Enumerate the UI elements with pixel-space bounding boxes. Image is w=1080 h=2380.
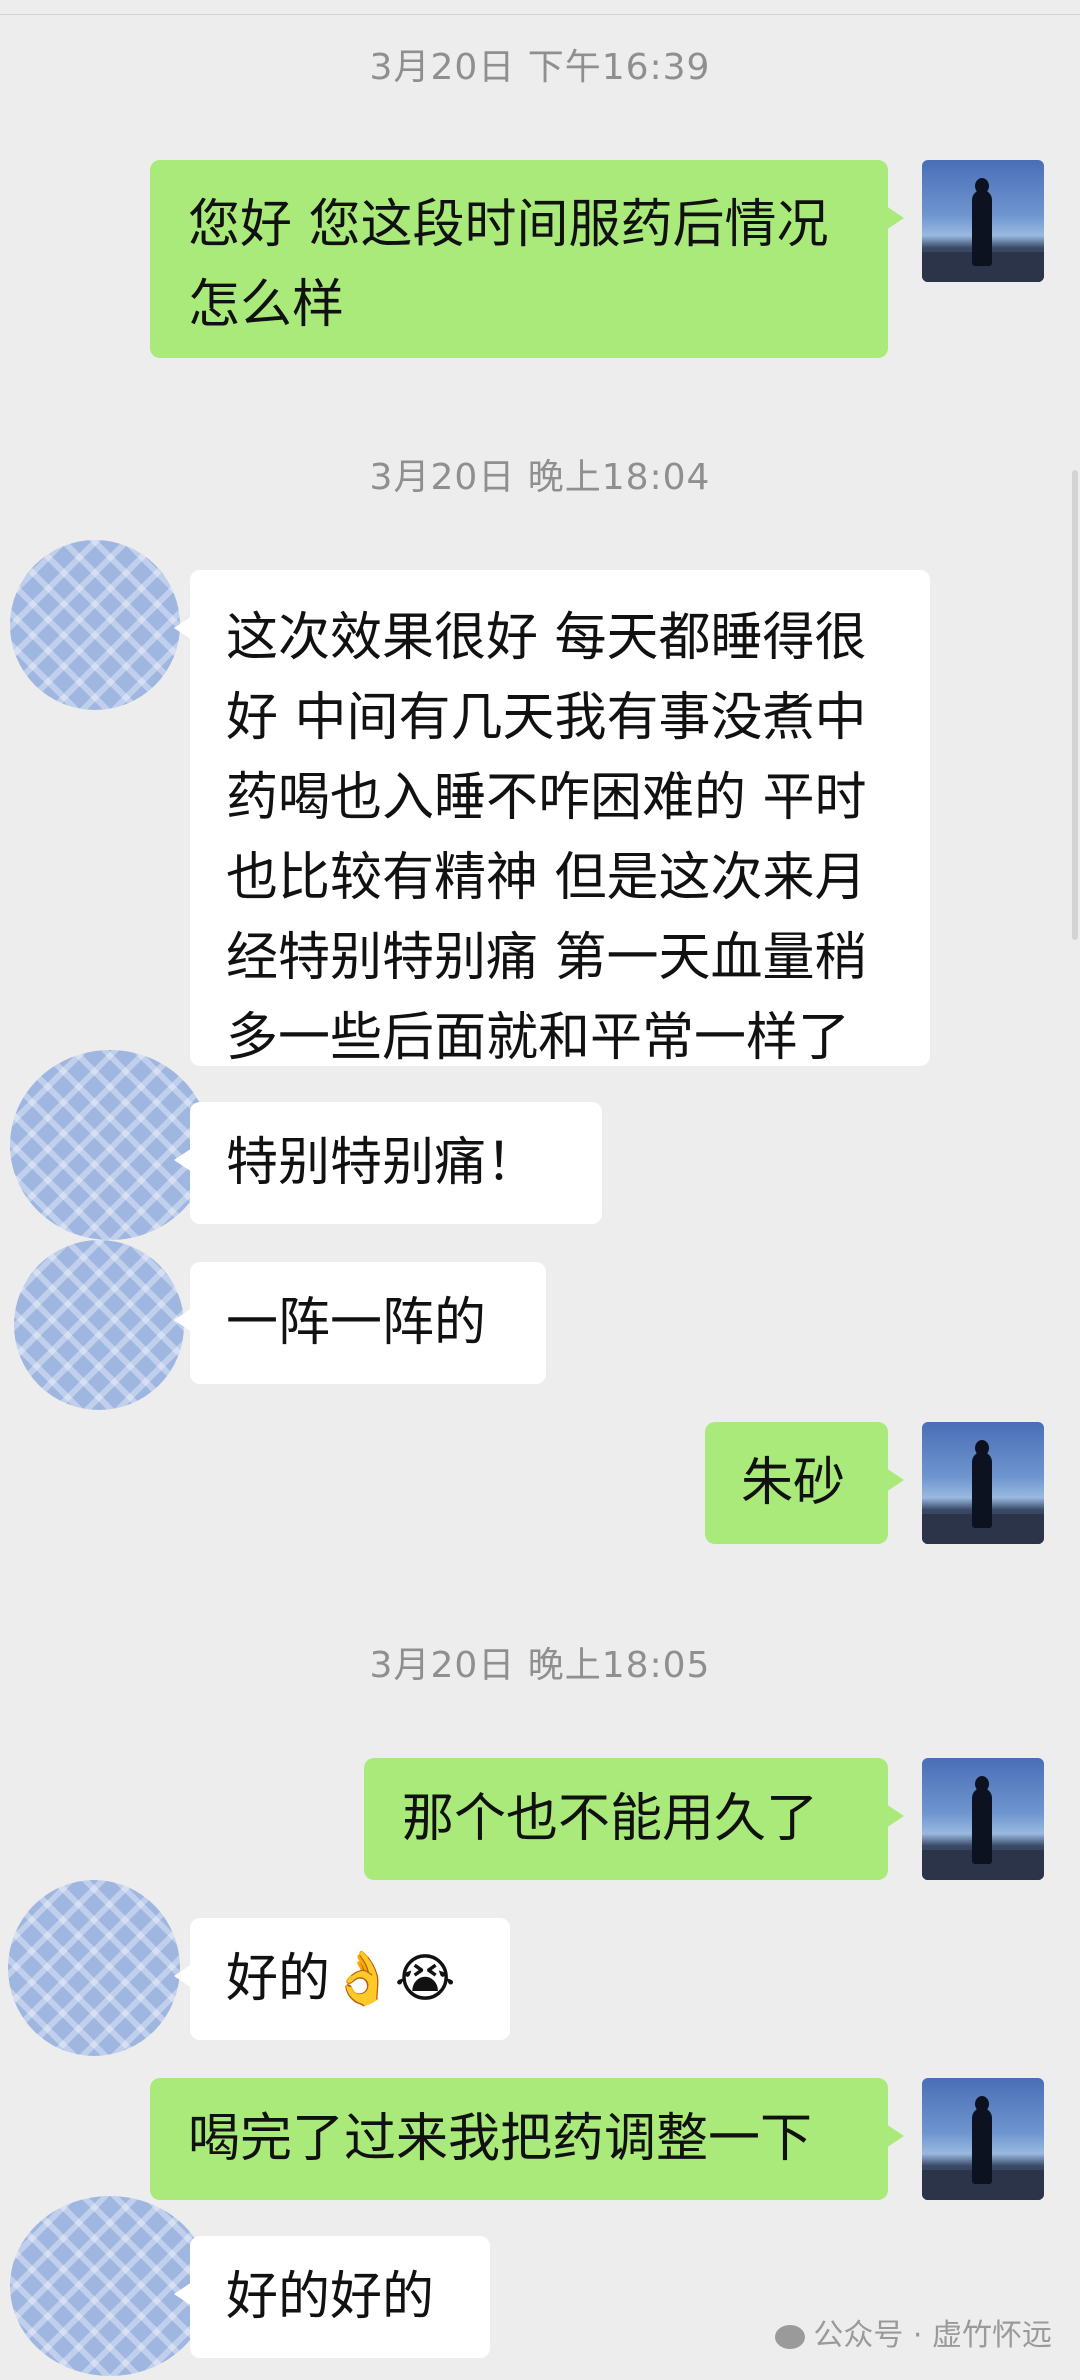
avatar[interactable]	[10, 540, 180, 710]
watermark-text: 公众号 · 虚竹怀远	[813, 2318, 1052, 2353]
message-bubble-sent[interactable]: 朱砂	[705, 1422, 904, 1544]
avatar[interactable]	[922, 2078, 1044, 2200]
avatar[interactable]	[922, 160, 1044, 282]
message-bubble-sent[interactable]: 那个也不能用久了	[364, 1758, 904, 1880]
avatar[interactable]	[922, 1422, 1044, 1544]
avatar[interactable]	[14, 1240, 184, 1410]
message-bubble-sent[interactable]: 喝完了过来我把药调整一下	[150, 2078, 904, 2200]
avatar-figure	[972, 2108, 992, 2184]
scrollbar[interactable]	[1072, 470, 1078, 940]
message-bubble-received[interactable]: 好的好的	[174, 2236, 490, 2358]
avatar-figure	[972, 1788, 992, 1864]
avatar[interactable]	[10, 1050, 210, 1240]
timestamp: 3月20日 下午16:39	[369, 47, 711, 88]
avatar[interactable]	[8, 1880, 180, 2056]
avatar[interactable]	[922, 1758, 1044, 1880]
message-bubble-received[interactable]: 特别特别痛！	[174, 1102, 602, 1224]
message-bubble-sent[interactable]: 您好 您这段时间服药后情况怎么样	[150, 160, 904, 358]
top-divider	[0, 0, 1080, 15]
wechat-icon	[775, 2324, 806, 2349]
timestamp: 3月20日 晚上18:05	[369, 1645, 711, 1686]
avatar-figure	[972, 1452, 992, 1528]
message-bubble-received[interactable]: 这次效果很好 每天都睡得很好 中间有几天我有事没煮中药喝也入睡不咋困难的 平时也…	[174, 570, 930, 1068]
watermark: 公众号 · 虚竹怀远	[775, 2310, 1052, 2354]
message-bubble-received[interactable]: 一阵一阵的	[174, 1262, 546, 1384]
message-bubble-received[interactable]: 好的👌😭	[174, 1918, 510, 2040]
avatar-figure	[972, 190, 992, 266]
timestamp: 3月20日 晚上18:04	[369, 457, 711, 498]
